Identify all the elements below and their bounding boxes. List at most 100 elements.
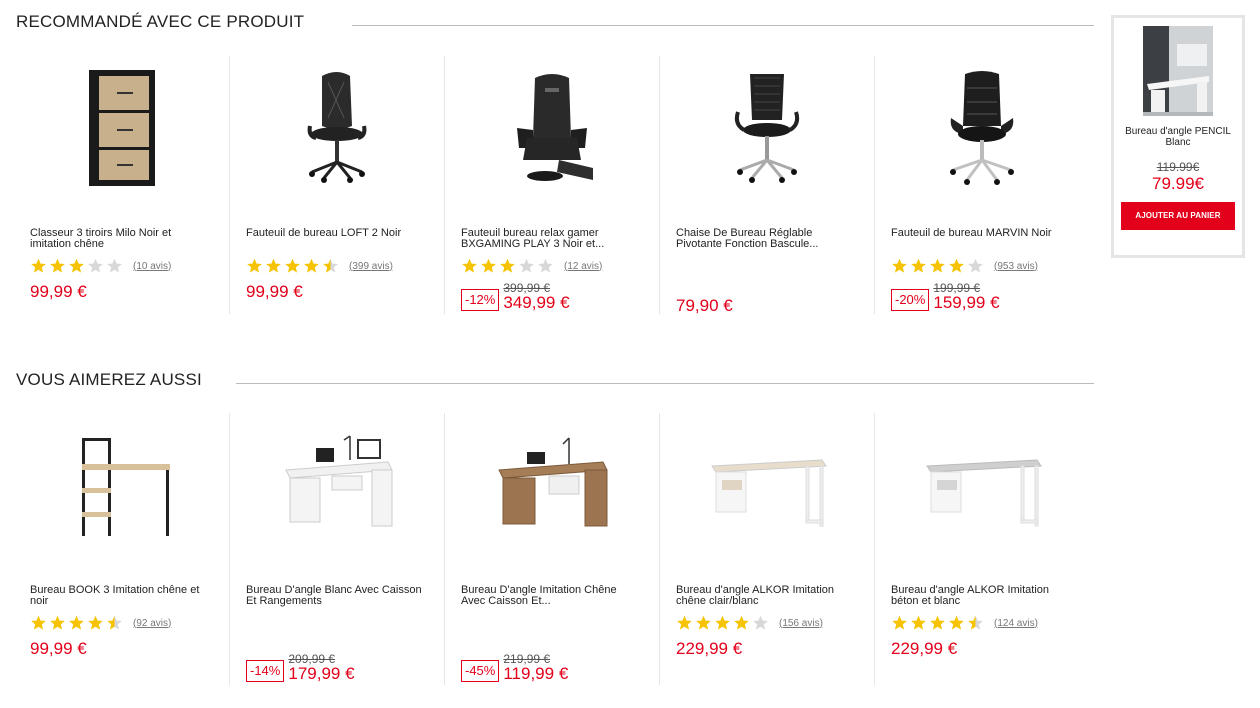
star-icon [930,615,945,630]
mesh-chair-icon[interactable] [676,60,858,196]
product-card[interactable]: Fauteuil de bureau MARVIN Noir (953 avis… [874,56,1089,314]
reviews-link[interactable]: (12 avis) [564,261,602,272]
star-icon [285,258,300,273]
section-title: VOUS AIMEREZ AUSSI [16,370,202,389]
product-name[interactable]: Fauteuil de bureau MARVIN Noir [891,228,1073,252]
corner-desk-light-icon[interactable] [676,417,858,553]
reviews-link[interactable]: (10 avis) [133,261,171,272]
price: 99,99 € [30,282,87,301]
price: 99,99 € [30,639,87,658]
star-icon [715,615,730,630]
star-icon [949,615,964,630]
star-icon [968,258,983,273]
reviews-link[interactable]: (124 avis) [994,618,1038,629]
star-icon [696,615,711,630]
corner-desk-white-icon[interactable] [246,417,428,553]
stars [30,258,125,274]
star-icon [911,615,926,630]
product-card[interactable]: Classeur 3 tiroirs Milo Noir et imitatio… [14,56,229,314]
star-icon [753,615,768,630]
product-card[interactable]: Bureau BOOK 3 Imitation chêne et noir (9… [14,413,229,685]
star-icon [50,258,65,273]
promo-price: -14% 209,99 € 179,99 € [246,653,355,682]
star-icon [88,615,103,630]
rating: (10 avis) [30,258,213,274]
promo-price: -12% 399,99 € 349,99 € [461,282,570,311]
product-grid: Bureau BOOK 3 Imitation chêne et noir (9… [14,413,1089,685]
star-icon [677,615,692,630]
product-card[interactable]: Fauteuil bureau relax gamer BXGAMING PLA… [444,56,659,314]
stars [676,615,771,631]
product-name[interactable]: Bureau d'angle PENCIL Blanc [1114,126,1242,148]
promo-price: -45% 219,99 € 119,99 € [461,653,568,682]
star-icon [930,258,945,273]
product-name[interactable]: Bureau D'angle Blanc Avec Caisson Et Ran… [246,585,428,609]
rating: (92 avis) [30,615,213,631]
product-card[interactable]: Fauteuil de bureau LOFT 2 Noir (399 avis… [229,56,444,314]
product-card[interactable]: Chaise De Bureau Réglable Pivotante Fonc… [659,56,874,315]
reviews-link[interactable]: (399 avis) [349,261,393,272]
product-name[interactable]: Bureau BOOK 3 Imitation chêne et noir [30,585,213,609]
star-icon [247,258,262,273]
star-icon [31,258,46,273]
product-name[interactable]: Bureau d'angle ALKOR Imitation béton et … [891,585,1073,609]
product-card[interactable]: Bureau D'angle Blanc Avec Caisson Et Ran… [229,413,444,685]
corner-desk-oak-icon[interactable] [461,417,643,553]
rating: (124 avis) [891,615,1073,631]
discount-badge: -14% [246,660,285,682]
star-icon [519,258,534,273]
discount-badge: -12% [461,289,500,311]
star-icon [892,258,907,273]
star-icon [949,258,964,273]
recommended-section: RECOMMANDÉ AVEC CE PRODUIT Classeur 3 ti… [0,0,1100,315]
price: 229,99 € [891,639,958,658]
star-icon [266,258,281,273]
reviews-link[interactable]: (156 avis) [779,618,823,629]
star-icon [538,258,553,273]
product-card[interactable]: Bureau D'angle Imitation Chêne Avec Cais… [444,413,659,685]
product-name[interactable]: Chaise De Bureau Réglable Pivotante Fonc… [676,228,858,252]
product-name[interactable]: Bureau d'angle ALKOR Imitation chêne cla… [676,585,858,609]
stars [891,258,986,274]
price: 119,99 € [503,664,569,683]
filing-cabinet-icon[interactable] [30,60,213,196]
star-icon [462,258,477,273]
star-icon [304,258,319,273]
star-icon [481,258,496,273]
price: 349,99 € [503,293,570,312]
rating: (953 avis) [891,258,1073,274]
desk-shelf-icon[interactable] [30,417,213,553]
product-name[interactable]: Classeur 3 tiroirs Milo Noir et imitatio… [30,228,213,252]
star-icon [734,615,749,630]
office-chair-icon[interactable] [246,60,428,196]
gaming-chair-icon[interactable] [461,60,643,196]
promo-price: -20% 199,99 € 159,99 € [891,282,1000,311]
stars [246,258,341,274]
stars [891,615,986,631]
product-name[interactable]: Fauteuil bureau relax gamer BXGAMING PLA… [461,228,643,252]
reviews-link[interactable]: (953 avis) [994,261,1038,272]
section-title: RECOMMANDÉ AVEC CE PRODUIT [16,12,305,31]
star-icon [88,258,103,273]
product-grid: Classeur 3 tiroirs Milo Noir et imitatio… [14,56,1089,315]
star-icon [69,258,84,273]
price: 179,99 € [288,664,355,683]
product-card[interactable]: Bureau d'angle ALKOR Imitation béton et … [874,413,1089,685]
product-card[interactable]: Bureau d'angle ALKOR Imitation chêne cla… [659,413,874,685]
star-icon [500,258,515,273]
desk-photo-icon[interactable] [1143,26,1213,116]
product-name[interactable]: Fauteuil de bureau LOFT 2 Noir [246,228,428,252]
rating: (156 avis) [676,615,858,631]
star-icon [107,258,122,273]
add-to-cart-button[interactable]: AJOUTER AU PANIER [1121,202,1235,230]
executive-chair-icon[interactable] [891,60,1073,196]
also-like-section: VOUS AIMEREZ AUSSI Bureau BOOK 3 Imitati… [0,358,1100,685]
rating: (399 avis) [246,258,428,274]
reviews-link[interactable]: (92 avis) [133,618,171,629]
product-name[interactable]: Bureau D'angle Imitation Chêne Avec Cais… [461,585,643,609]
price: 79,90 € [676,296,733,315]
star-icon [323,258,338,273]
star-icon [892,615,907,630]
corner-desk-concrete-icon[interactable] [891,417,1073,553]
rating: (12 avis) [461,258,643,274]
